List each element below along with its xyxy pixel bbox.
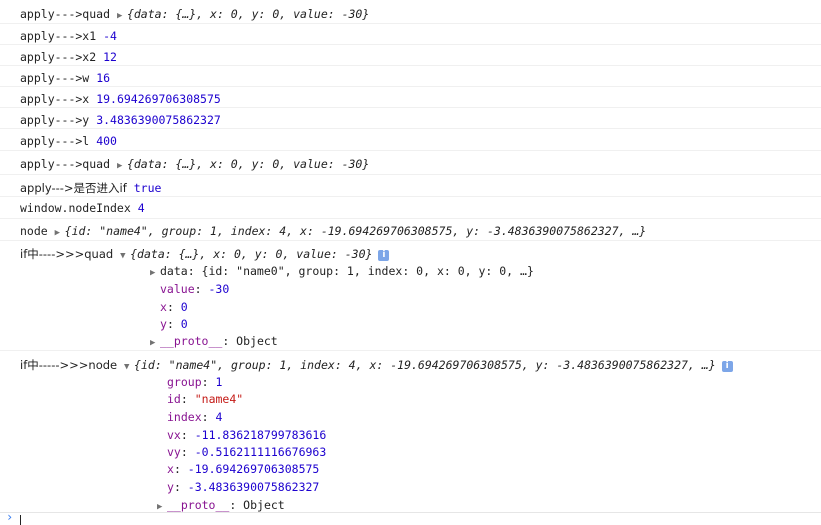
log-line-if-node: if中----->>>node ▼ {id: "name4", group: 1,… [20,357,733,373]
triangle-right-icon[interactable]: ▶ [157,502,167,512]
log-label: apply--->l [20,134,90,148]
prop-proto[interactable]: ▶ __proto__: Object [157,498,285,512]
triangle-down-icon[interactable]: ▼ [124,362,134,372]
prop-key: x [167,462,174,476]
prop-index: index: 4 [167,410,223,424]
triangle-down-icon[interactable]: ▼ [120,251,130,261]
log-value: true [133,181,162,195]
log-value: 12 [103,50,117,64]
log-line-enter-if: apply--->是否进入if true [20,180,161,196]
log-value: 16 [96,71,111,85]
log-label: apply--->quad [20,157,111,171]
prop-val: -19.694269706308575 [187,462,320,476]
prop-x: x: -19.694269706308575 [167,462,320,476]
triangle-right-icon[interactable]: ▶ [150,268,160,278]
prop-key: vy [167,445,181,459]
triangle-right-icon[interactable]: ▶ [150,338,160,348]
log-label: node [20,224,48,238]
prop-key: y [160,317,167,331]
triangle-right-icon[interactable]: ▶ [55,228,65,238]
log-line-node-index: window.nodeIndex 4 [20,201,145,215]
prop-key: id [167,392,181,406]
prop-y: y: -3.4836390075862327 [167,480,320,494]
console-row [0,128,821,151]
log-line-w: apply--->w 16 [20,71,110,85]
console-row [0,65,821,87]
prop-vy: vy: -0.5162111116676963 [167,445,327,459]
prompt-caret-icon: › [6,510,14,524]
log-label: apply--->x [20,92,90,106]
prop-key: x [160,300,167,314]
info-icon[interactable]: i [721,361,733,372]
log-line-quad: apply--->quad ▶ {data: {…}, x: 0, y: 0, v… [20,7,369,21]
log-line-node: node ▶ {id: "name4", group: 1, index: 4, … [20,224,646,238]
log-label: apply--->是否进入if [20,181,127,195]
prop-val: Object [236,334,278,348]
prop-val: "name4" [194,392,244,406]
prop-val: 0 [180,300,188,314]
prop-key: group [167,375,202,389]
prop-val: -11.836218799783616 [194,428,327,442]
prop-key: value [160,282,195,296]
prop-x: x: 0 [160,300,188,314]
log-line-x1: apply--->x1 -4 [20,29,117,43]
prop-val: -3.4836390075862327 [187,480,320,494]
log-label: apply--->x2 [20,50,97,64]
prop-key: vx [167,428,181,442]
prop-value: value: -30 [160,282,230,296]
log-line-y: apply--->y 3.4836390075862327 [20,113,221,127]
log-label: window.nodeIndex [20,201,131,215]
object-preview[interactable]: {data: {…}, x: 0, y: 0, value: -30} [130,247,372,261]
log-label: apply--->x1 [20,29,97,43]
log-label: if中----->>>node [20,358,118,372]
log-label: apply--->quad [20,7,111,21]
object-preview[interactable]: {id: "name4", group: 1, index: 4, x: -19… [65,224,647,238]
log-value: 3.4836390075862327 [96,113,221,127]
prop-val: -30 [208,282,230,296]
log-value: -4 [103,29,117,43]
console-row [0,44,821,66]
log-label: apply--->w [20,71,90,85]
log-label: apply--->y [20,113,90,127]
log-line-quad-2: apply--->quad ▶ {data: {…}, x: 0, y: 0, v… [20,157,369,171]
prop-key: index [167,410,202,424]
log-label: if中---->>>quad [20,247,114,261]
prop-data[interactable]: ▶ data: {id: "name0", group: 1, index: 0,… [150,264,534,278]
prop-val: 0 [180,317,188,331]
triangle-right-icon[interactable]: ▶ [117,11,127,21]
object-preview[interactable]: {data: {…}, x: 0, y: 0, value: -30} [127,157,369,171]
prop-y: y: 0 [160,317,188,331]
log-line-l: apply--->l 400 [20,134,117,148]
log-value: 400 [96,134,117,148]
prop-vx: vx: -11.836218799783616 [167,428,327,442]
prop-val: 4 [215,410,223,424]
object-preview[interactable]: {data: {…}, x: 0, y: 0, value: -30} [127,7,369,21]
log-line-if-quad: if中---->>>quad ▼ {data: {…}, x: 0, y: 0, … [20,246,390,262]
info-icon[interactable]: i [378,250,390,261]
console-prompt[interactable]: › [0,510,821,525]
triangle-right-icon[interactable]: ▶ [117,161,127,171]
console-row [0,350,821,513]
log-value: 19.694269706308575 [96,92,221,106]
prop-val: -0.5162111116676963 [194,445,327,459]
console-row [0,23,821,45]
log-value: 4 [137,201,145,215]
prop-data-text: data: {id: "name0", group: 1, index: 0, … [160,264,534,278]
prop-key: __proto__ [167,498,230,512]
prop-id: id: "name4" [167,392,244,406]
log-line-x: apply--->x 19.694269706308575 [20,92,221,106]
log-line-x2: apply--->x2 12 [20,50,117,64]
object-preview[interactable]: {id: "name4", group: 1, index: 4, x: -19… [134,358,716,372]
prop-group: group: 1 [167,375,223,389]
prop-key: y [167,480,174,494]
prop-key: __proto__ [160,334,223,348]
prop-val: 1 [215,375,223,389]
prop-val: Object [243,498,285,512]
prop-proto[interactable]: ▶ __proto__: Object [150,334,278,348]
